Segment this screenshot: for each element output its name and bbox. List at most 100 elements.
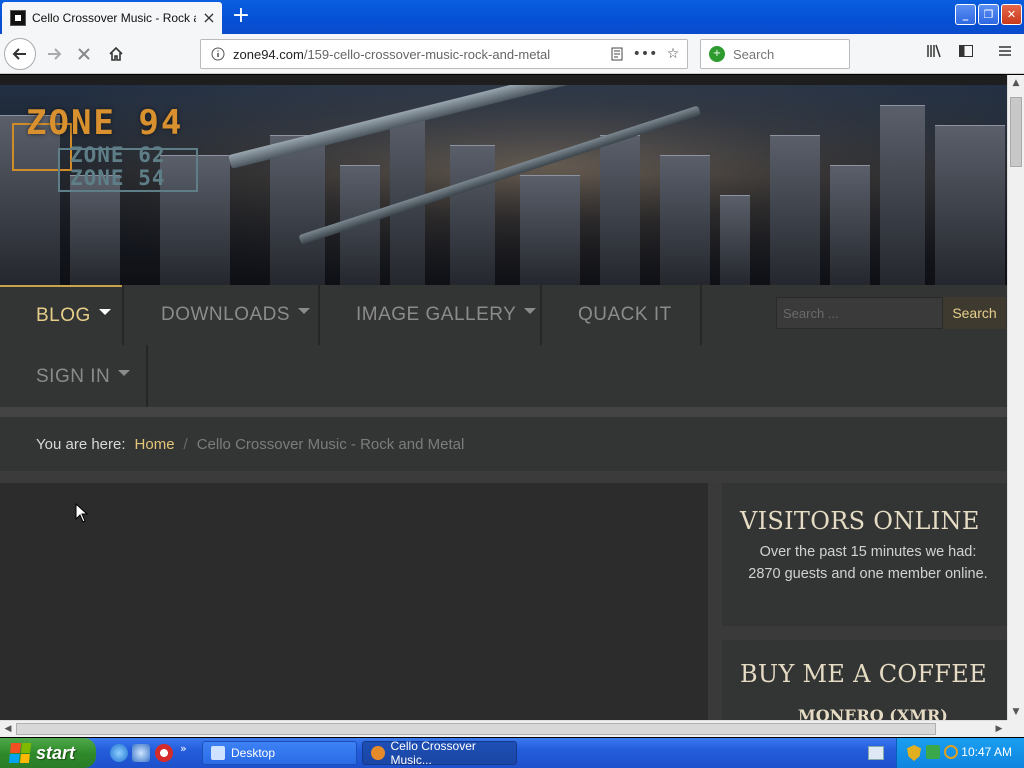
section-divider (0, 407, 1007, 417)
menu-label: SIGN IN (36, 366, 111, 387)
menu-item-blog[interactable]: BLOG (0, 285, 122, 345)
logo-line-3: ZONE 54 (70, 166, 166, 190)
home-button[interactable] (100, 38, 132, 70)
tab-close-icon[interactable]: × (200, 9, 218, 27)
menu-label: QUACK IT (578, 304, 672, 325)
taskbar: start » Desktop Cello Crossover Music...… (0, 738, 1024, 768)
buy-me-a-coffee-module: BUY ME A COFFEE MONERO (XMR) (722, 640, 1007, 720)
start-button[interactable]: start (0, 738, 96, 768)
vertical-scroll-thumb[interactable] (1010, 97, 1022, 167)
window-controls: _ ❐ ✕ (955, 4, 1022, 25)
breadcrumb-current: Cello Crossover Music - Rock and Metal (196, 435, 465, 453)
menu-item-image-gallery[interactable]: IMAGE GALLERY (320, 285, 542, 345)
scroll-up-icon[interactable]: ▲ (1008, 75, 1024, 91)
home-icon (109, 46, 123, 61)
browser-titlebar: Cello Crossover Music - Rock and Metal ×… (0, 0, 1024, 34)
site-search-button[interactable]: Search (943, 297, 1006, 329)
arrow-right-icon (48, 48, 62, 60)
browser-search-input[interactable] (733, 46, 833, 62)
banner-building (935, 125, 1005, 285)
scroll-down-icon[interactable]: ▼ (1008, 704, 1024, 720)
main-content (0, 483, 708, 720)
network-icon[interactable] (926, 745, 940, 759)
scrollbar-corner (1007, 720, 1024, 737)
site-favicon-icon (10, 10, 26, 26)
visitors-online-text: Over the past 15 minutes we had: 2870 gu… (748, 544, 988, 582)
banner-building (770, 135, 820, 285)
library-icon[interactable] (923, 43, 945, 65)
search-tray-icon[interactable] (944, 745, 958, 759)
keyboard-layout-icon[interactable] (868, 746, 884, 760)
site-search-input[interactable] (776, 297, 943, 329)
visitors-online-title: VISITORS ONLINE (740, 507, 980, 535)
browser-tab[interactable]: Cello Crossover Music - Rock and Metal × (2, 2, 222, 34)
vertical-scrollbar[interactable]: ▲ ▼ (1007, 75, 1024, 720)
menu-divider (146, 345, 148, 407)
stop-button[interactable] (68, 38, 100, 70)
address-bar[interactable]: zone94.com/159-cello-crossover-music-roc… (200, 39, 688, 69)
coffee-title: BUY ME A COFFEE (740, 660, 987, 688)
banner-building (520, 175, 580, 285)
reader-view-icon[interactable] (603, 40, 631, 68)
logo-line-2: ZONE 62 (70, 143, 166, 167)
arrow-left-icon (12, 48, 26, 60)
taskbar-item-firefox[interactable]: Cello Crossover Music... (362, 739, 517, 767)
sidebar-toggle-icon[interactable] (955, 43, 977, 65)
caret-down-icon (524, 308, 537, 314)
banner-building (660, 155, 710, 285)
taskbar-item-label: Cello Crossover Music... (390, 739, 476, 767)
internet-explorer-icon[interactable] (110, 744, 128, 762)
banner-building (450, 145, 495, 285)
security-shield-icon[interactable] (907, 745, 921, 761)
url-text[interactable]: zone94.com/159-cello-crossover-music-roc… (233, 47, 603, 62)
breadcrumb-home-link[interactable]: Home (135, 436, 175, 453)
banner-building (720, 195, 750, 285)
breadcrumb-separator: / (183, 435, 188, 453)
url-host: zone94.com (233, 46, 304, 62)
visitors-online-module: VISITORS ONLINE Over the past 15 minutes… (722, 483, 1007, 626)
firefox-icon (371, 746, 385, 760)
taskbar-item-label: Desktop (231, 746, 276, 760)
forward-button[interactable] (38, 38, 70, 70)
caret-down-icon (118, 370, 131, 376)
system-tray: 10:47 AM (896, 738, 1024, 768)
mouse-cursor-icon (75, 503, 88, 523)
site-logo[interactable]: ZONE 94 ZONE 62 ZONE 54 (12, 103, 252, 198)
logo-line-1: ZONE 94 (26, 103, 184, 143)
quicklaunch-more-icon[interactable]: » (180, 742, 187, 755)
site-search: Search (776, 297, 1006, 329)
caret-down-icon (98, 309, 111, 315)
hamburger-menu-icon[interactable] (994, 43, 1016, 65)
horizontal-scrollbar[interactable]: ◀ ▶ (0, 720, 1007, 737)
menu-divider (700, 285, 702, 345)
opera-icon[interactable] (155, 744, 173, 762)
caret-down-icon (298, 308, 311, 314)
back-button[interactable] (4, 38, 36, 70)
tab-title: Cello Crossover Music - Rock and Metal (32, 11, 196, 25)
section-divider (0, 471, 1007, 483)
banner-building (270, 135, 325, 285)
breadcrumb: You are here: Home / Cello Crossover Mus… (0, 417, 1007, 471)
coffee-subtitle: MONERO (XMR) (798, 706, 948, 720)
restore-button[interactable]: ❐ (978, 4, 999, 25)
scroll-right-icon[interactable]: ▶ (991, 721, 1007, 737)
minimize-button[interactable]: _ (955, 4, 976, 25)
desktop-icon (211, 746, 225, 760)
site-info-icon[interactable] (207, 43, 229, 65)
new-tab-button[interactable]: + (230, 5, 252, 27)
banner-building (600, 135, 640, 285)
horizontal-scroll-thumb[interactable] (16, 723, 936, 735)
browser-search-box[interactable]: + (700, 39, 850, 69)
menu-item-sign-in[interactable]: SIGN IN (0, 347, 146, 407)
menu-item-downloads[interactable]: DOWNLOADS (125, 285, 320, 345)
menu-divider (122, 285, 124, 345)
close-window-button[interactable]: ✕ (1001, 4, 1022, 25)
taskbar-item-desktop[interactable]: Desktop (202, 741, 357, 765)
search-engine-icon[interactable]: + (709, 46, 725, 62)
page-actions-icon[interactable]: ••• (631, 40, 659, 68)
desktop-shortcut-icon[interactable] (132, 744, 150, 762)
menu-item-quack-it[interactable]: QUACK IT (542, 285, 702, 345)
bookmark-star-icon[interactable]: ☆ (659, 40, 687, 68)
clock[interactable]: 10:47 AM (961, 745, 1012, 759)
scroll-left-icon[interactable]: ◀ (0, 721, 16, 737)
